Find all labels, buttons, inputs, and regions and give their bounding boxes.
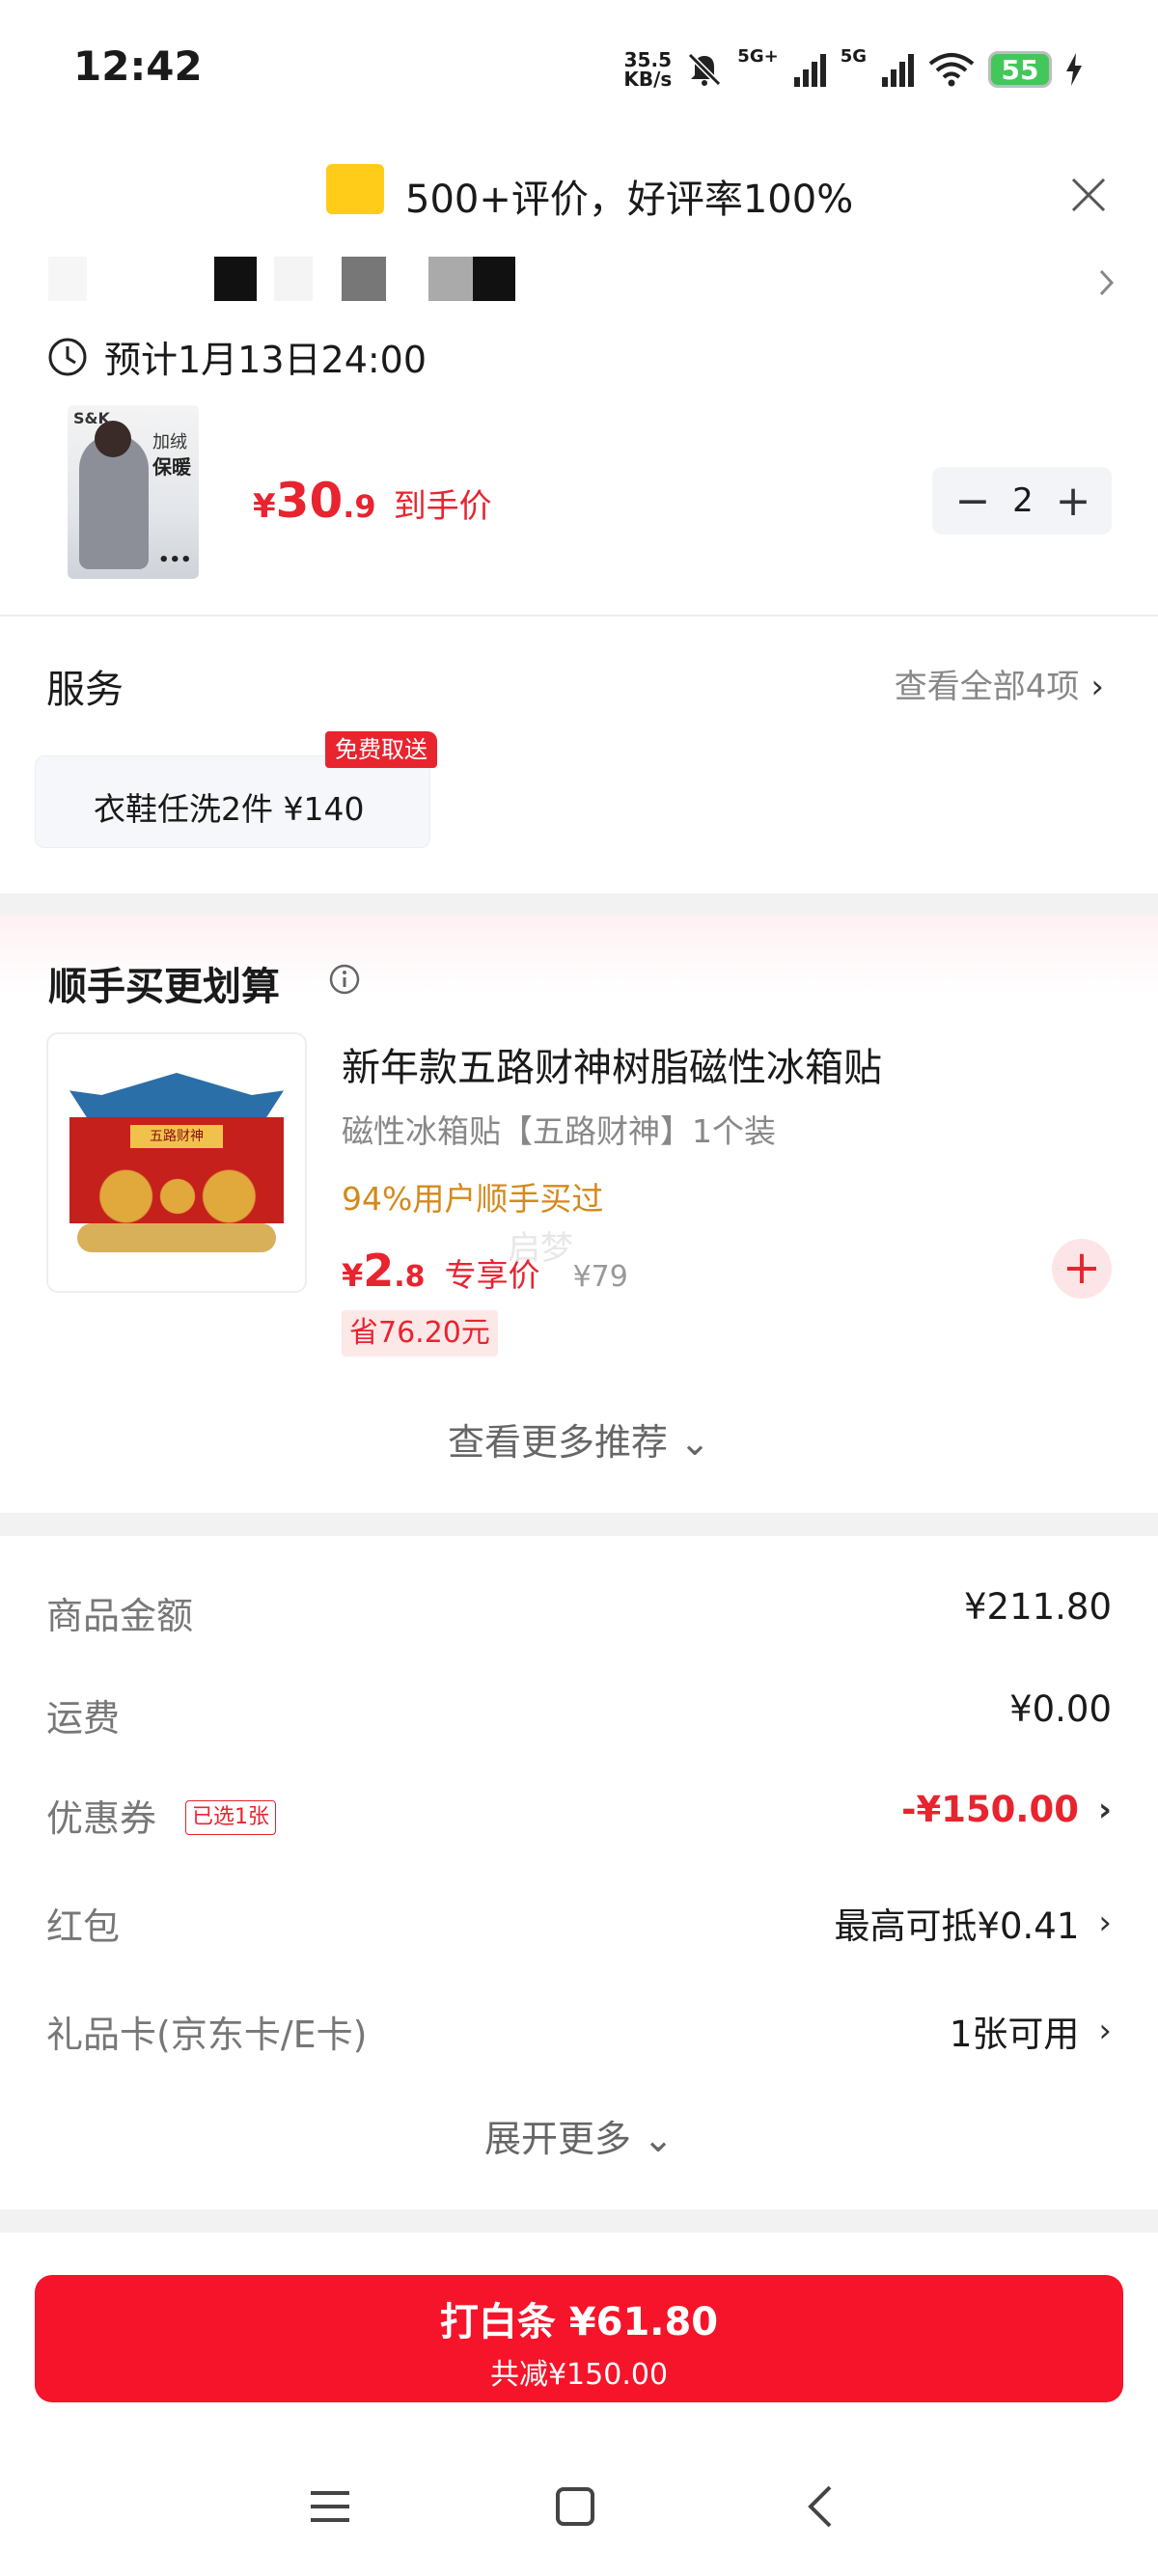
goods-amount-label: 商品金额 — [46, 1595, 194, 1637]
product-thumbnail[interactable]: S&K 加绒 保暖 ••• — [68, 405, 199, 579]
quantity-stepper[interactable]: − 2 + — [932, 467, 1112, 534]
product-price: ¥ 30 .9 到手价 — [253, 473, 492, 529]
redpacket-value[interactable]: 最高可抵¥0.41 › — [834, 1897, 1112, 1949]
recommend-product-spec: 磁性冰箱贴【五路财神】1个装 — [342, 1112, 776, 1150]
add-to-order-button[interactable]: + — [1052, 1239, 1112, 1299]
summary-row-giftcard[interactable]: 礼品卡(京东卡/E卡) 1张可用 › — [46, 1999, 1112, 2057]
thumb-text-1: 加绒 — [152, 432, 187, 452]
rec-price-currency: ¥ — [342, 1257, 364, 1294]
status-time: 12:42 — [73, 42, 203, 90]
pay-button-discount: 共减¥150.00 — [489, 2358, 669, 2392]
recommend-product-image[interactable]: 五路财神 — [46, 1032, 307, 1293]
system-nav-bar — [311, 2485, 832, 2528]
thumb-more: ••• — [158, 550, 192, 570]
free-pickup-badge: 免费取送 — [325, 731, 437, 768]
pay-button-amount: 打白条 ¥61.80 — [439, 2300, 719, 2344]
goods-amount-text: ¥211.80 — [963, 1586, 1112, 1628]
charging-bolt-icon — [1066, 53, 1082, 86]
savings-tag: 省76.20元 — [342, 1310, 498, 1357]
chevron-right-icon[interactable] — [1096, 266, 1117, 299]
shipping-text: ¥0.00 — [1009, 1688, 1112, 1730]
giftcard-label: 礼品卡(京东卡/E卡) — [46, 2014, 368, 2056]
recommend-title: 顺手买更划算 — [48, 965, 280, 1009]
home-icon[interactable] — [556, 2487, 594, 2526]
shipping-value: ¥0.00 — [1009, 1688, 1112, 1730]
recommend-bought-rate: 94%用户顺手买过 — [342, 1180, 604, 1218]
clock-icon — [48, 338, 87, 376]
services-see-all[interactable]: 查看全部4项 › — [895, 660, 1104, 707]
close-icon[interactable] — [1067, 174, 1110, 216]
redpacket-text: 最高可抵¥0.41 — [834, 1905, 1080, 1947]
image-sign: 五路财神 — [130, 1125, 223, 1148]
signal-label-1: 5G+ — [737, 45, 779, 67]
mute-bell-icon — [688, 52, 722, 87]
info-icon[interactable] — [328, 963, 361, 996]
increase-button[interactable]: + — [1052, 475, 1094, 527]
back-icon[interactable] — [808, 2485, 832, 2528]
thumb-text-2: 保暖 — [152, 455, 191, 479]
section-gap — [0, 893, 1158, 915]
image-clouds — [77, 1223, 276, 1252]
decrease-button[interactable]: − — [951, 475, 994, 527]
menu-icon[interactable] — [311, 2491, 349, 2522]
price-currency: ¥ — [253, 487, 276, 526]
price-decimal: .9 — [343, 488, 376, 525]
summary-row-redpacket[interactable]: 红包 最高可抵¥0.41 › — [46, 1891, 1112, 1949]
see-more-recommend[interactable]: 查看更多推荐 ⌄ — [0, 1412, 1158, 1466]
thumb-brand: S&K — [73, 409, 110, 427]
expand-more[interactable]: 展开更多 ⌄ — [0, 2109, 1158, 2162]
coupon-text: -¥150.00 — [901, 1789, 1079, 1830]
summary-row-coupon[interactable]: 优惠券 已选1张 -¥150.00 › — [46, 1783, 1112, 1841]
review-summary[interactable]: 500+评价，好评率100% — [405, 168, 853, 224]
chevron-right-icon: › — [1098, 1904, 1112, 1942]
shipping-label: 运费 — [46, 1697, 121, 1740]
rec-original-price: ¥79 — [572, 1260, 628, 1294]
chevron-right-icon: › — [1097, 1790, 1112, 1829]
section-gap — [0, 1513, 1158, 1536]
delivery-estimate: 预计1月13日24:00 — [104, 339, 427, 381]
giftcard-value[interactable]: 1张可用 › — [950, 2005, 1112, 2057]
rec-price-decimal: .8 — [394, 1260, 426, 1294]
recommend-product-name[interactable]: 新年款五路财神树脂磁性冰箱贴 — [342, 1036, 882, 1092]
summary-row-goods: 商品金额 ¥211.80 — [46, 1580, 1112, 1638]
battery-icon: 55 — [988, 51, 1052, 88]
image-roof — [69, 1073, 284, 1117]
signal-label-2: 5G — [840, 45, 867, 67]
watermark: 启梦 — [508, 1229, 573, 1268]
chevron-right-icon: › — [1090, 668, 1104, 706]
chevron-right-icon: › — [1098, 2012, 1112, 2050]
quantity-value[interactable]: 2 — [1004, 475, 1042, 527]
wifi-icon — [928, 53, 975, 87]
signal-icon-2 — [882, 54, 914, 87]
price-integer: 30 — [275, 473, 344, 529]
services-title: 服务 — [46, 668, 124, 712]
coupon-value[interactable]: -¥150.00 › — [901, 1789, 1112, 1830]
status-icons: 35.5 KB/s 5G+ 5G 55 — [623, 42, 1083, 96]
net-speed: 35.5 KB/s — [623, 50, 672, 89]
rec-price-integer: 2 — [363, 1245, 395, 1297]
coupon-selected-chip: 已选1张 — [185, 1800, 276, 1835]
net-speed-value: 35.5 — [623, 48, 672, 71]
recommend-price: ¥ 2 .8 专享价 ¥79 — [342, 1245, 628, 1297]
summary-row-shipping: 运费 ¥0.00 — [46, 1683, 1112, 1740]
divider — [0, 615, 1158, 617]
giftcard-text: 1张可用 — [949, 2014, 1080, 2055]
goods-amount-value: ¥211.80 — [964, 1586, 1112, 1628]
redpacket-label: 红包 — [46, 1905, 121, 1948]
services-see-all-label[interactable]: 查看全部4项 — [895, 668, 1080, 706]
pay-with-baitiao-button[interactable]: 打白条 ¥61.80 共减¥150.00 — [35, 2275, 1123, 2402]
price-label: 到手价 — [393, 487, 492, 526]
signal-icon — [793, 54, 826, 87]
net-speed-unit: KB/s — [623, 68, 673, 91]
section-gap — [0, 2209, 1158, 2233]
service-card-text: 衣鞋任洗2件 ¥140 — [94, 790, 365, 828]
review-folder-icon — [326, 164, 384, 214]
coupon-label: 优惠券 — [46, 1797, 157, 1840]
service-card[interactable]: 衣鞋任洗2件 ¥140 — [35, 755, 430, 848]
